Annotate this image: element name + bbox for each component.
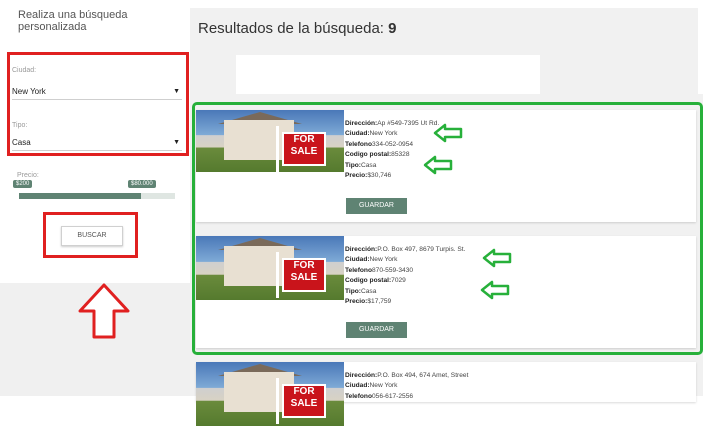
price-slider-fill — [19, 193, 141, 199]
annotation-red-box-search — [43, 212, 138, 258]
green-left-arrow-icon — [482, 248, 512, 268]
price-slider[interactable] — [19, 193, 175, 199]
property-image: FOR SALE — [196, 362, 344, 426]
green-left-arrow-icon — [423, 155, 453, 175]
result-card: FOR SALE Dirección:P.O. Box 494, 674 Ame… — [196, 362, 696, 426]
for-sale-sign: FOR SALE — [282, 384, 326, 418]
city-value: New York — [369, 382, 398, 390]
property-details: Dirección:P.O. Box 494, 674 Amet, Street… — [345, 372, 469, 400]
sign-text-for: FOR — [293, 386, 315, 397]
green-left-arrow-icon — [480, 280, 510, 300]
sign-post — [276, 378, 279, 424]
phone-value: 056-617-2556 — [371, 392, 414, 400]
sign-text-sale: SALE — [290, 398, 318, 409]
sidebar-title: Realiza una búsqueda personalizada — [18, 9, 128, 33]
green-left-arrow-icon — [433, 123, 463, 143]
red-up-arrow-icon — [78, 283, 130, 339]
address-value: P.O. Box 494, 674 Amet, Street — [377, 372, 469, 379]
price-label: Precio: — [17, 172, 39, 179]
results-title-text: Resultados de la búsqueda: — [198, 20, 389, 37]
price-max-badge: $80.000 — [128, 180, 156, 188]
results-header: Resultados de la búsqueda: 9 — [190, 8, 698, 101]
results-count: 9 — [388, 20, 397, 37]
annotation-red-box-filters — [7, 52, 189, 156]
results-title: Resultados de la búsqueda: 9 — [198, 20, 396, 37]
price-min-badge: $200 — [13, 180, 33, 188]
